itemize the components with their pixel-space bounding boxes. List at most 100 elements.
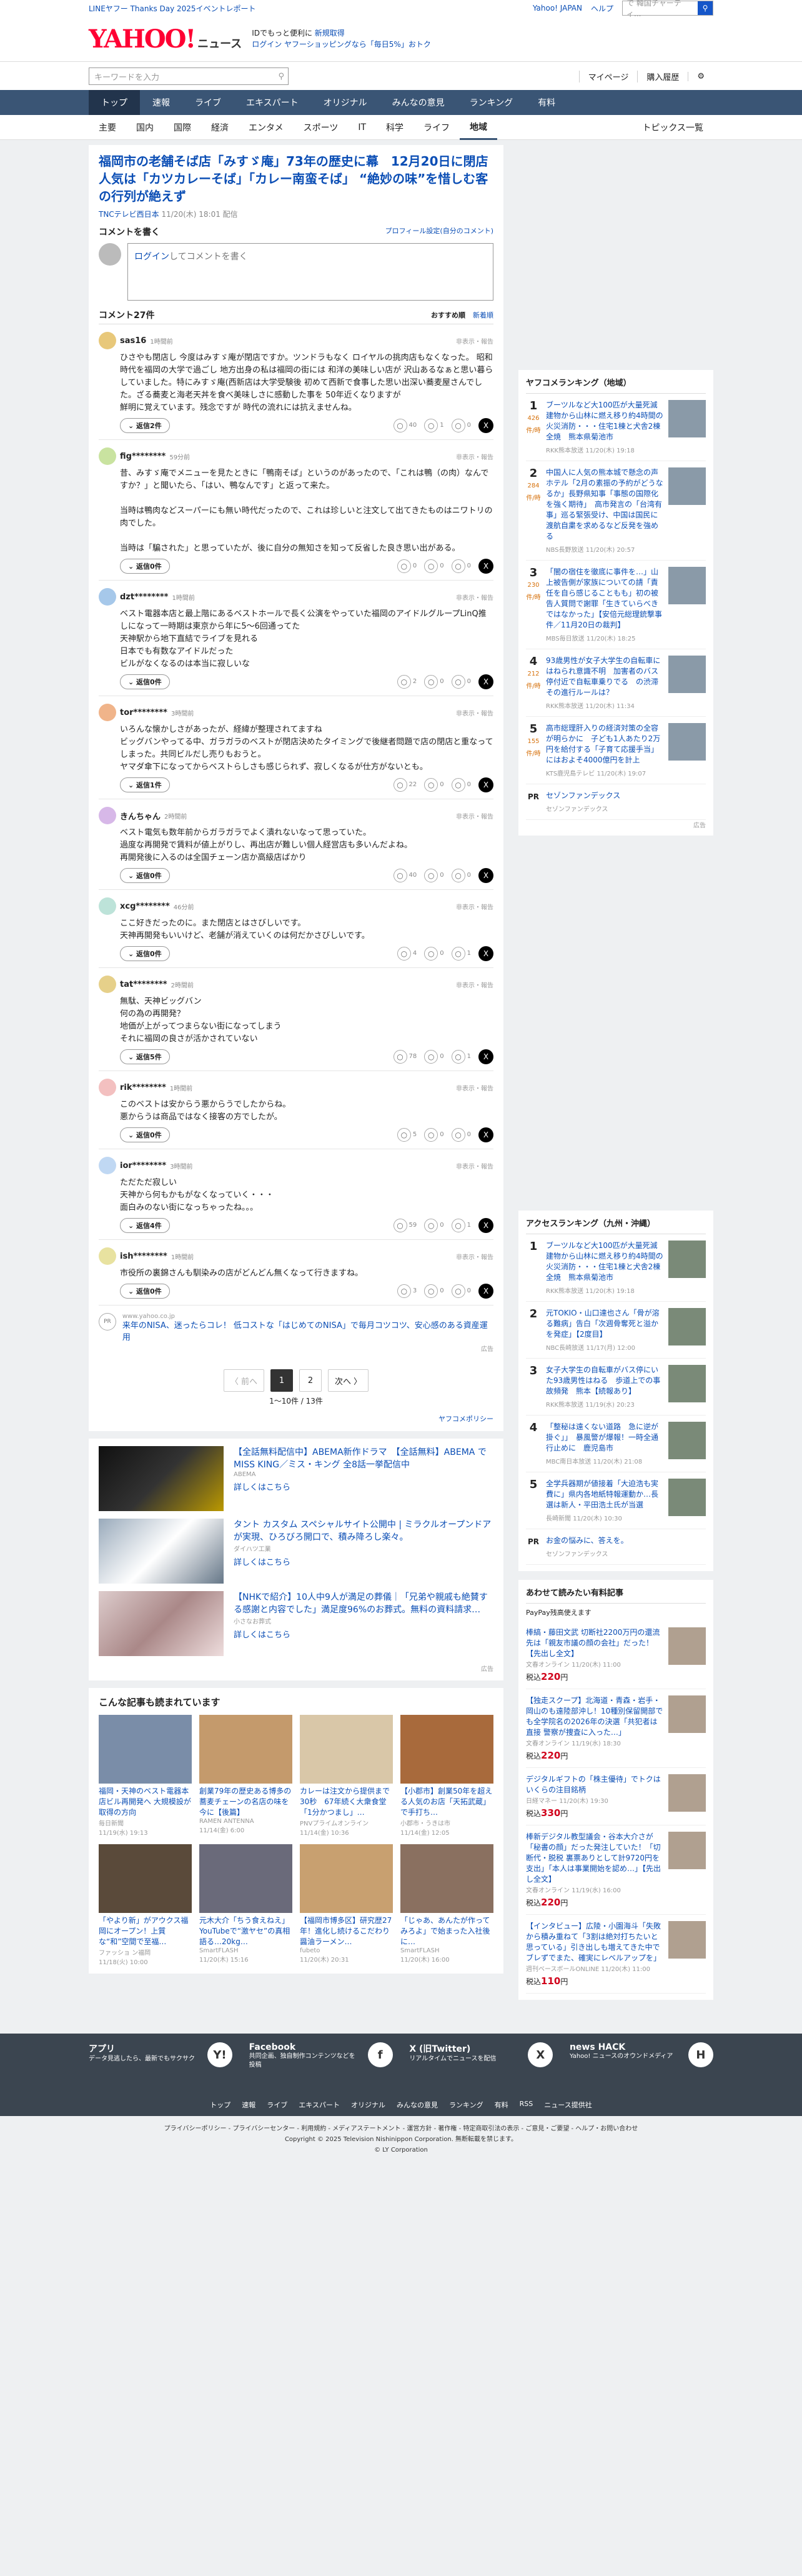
reply-button[interactable]: ⌄ 返信0件 xyxy=(120,559,170,574)
prev-page-button[interactable]: 〈 前へ xyxy=(223,1369,264,1392)
reply-button[interactable]: ⌄ 返信0件 xyxy=(120,674,170,689)
footer-nav-item[interactable]: オリジナル xyxy=(351,2100,385,2110)
x-share-icon[interactable]: X xyxy=(478,777,493,792)
reply-button[interactable]: ⌄ 返信0件 xyxy=(120,868,170,883)
x-share-icon[interactable]: X xyxy=(478,1284,493,1299)
gnav-paid[interactable]: 有料 xyxy=(525,90,568,115)
access-item[interactable]: 3 女子大学生の自転車がバス停にいた93歳男性はねる 歩道上での事故頻発 熊本【… xyxy=(526,1359,706,1415)
promo-link[interactable]: LINEヤフー Thanks Day 2025イベントレポート xyxy=(89,3,256,14)
insight-button[interactable]: ○ 0 xyxy=(424,947,444,961)
insight-button[interactable]: ○ 0 xyxy=(424,778,444,792)
reply-button[interactable]: ⌄ 返信0件 xyxy=(120,946,170,961)
recommended-item[interactable]: 創業79年の歴史ある博多の蕎麦チェーンの名店の味を今に【後篇】 RAMEN AN… xyxy=(199,1715,292,1837)
insight-button[interactable]: ○ 0 xyxy=(424,1050,444,1064)
x-share-icon[interactable]: X xyxy=(478,559,493,574)
reply-button[interactable]: ⌄ 返信5件 xyxy=(120,1049,170,1064)
paid-item[interactable]: 【独走スクープ】北海道・青森・岩手・岡山のも遠陸部沖し！10種別保留開部でも全学… xyxy=(526,1689,706,1768)
ranking-item[interactable]: 5 155 件/時 高市総理肝入りの経済対策の全容が明らかに 子ども1人あたり2万円… xyxy=(526,717,706,784)
footer-nav-item[interactable]: 有料 xyxy=(495,2100,508,2110)
insight-button[interactable]: ○ 0 xyxy=(424,1219,444,1232)
comment-login-link[interactable]: ログイン xyxy=(134,252,169,262)
cat-it[interactable]: IT xyxy=(348,115,376,140)
comment-policy-link[interactable]: ヤフコメポリシー xyxy=(438,1415,493,1423)
report-link[interactable]: 非表示・報告 xyxy=(456,1161,493,1171)
recommended-item[interactable]: カレーは注文から提供まで30秒 67年続く大衆食堂「1分かつまし」… PNVプラ… xyxy=(300,1715,393,1837)
topics-list-link[interactable]: トピックス一覧 xyxy=(632,115,713,140)
gnav-expert[interactable]: エキスパート xyxy=(234,90,311,115)
access-item[interactable]: 4 「整秘は遠くない道路 急に逆が掛ぐ」」 暴風警が爆報！一時全通行止めに 鹿児… xyxy=(526,1415,706,1472)
report-link[interactable]: 非表示・報告 xyxy=(456,811,493,821)
ranking-item[interactable]: 1 426 件/時 ブーツルなど大100匹が大量死滅 建物から山林に燃え移り約4時間… xyxy=(526,394,706,461)
cat-economy[interactable]: 経済 xyxy=(201,115,239,140)
recommended-item[interactable]: 【小郡市】創業50年を超える人気のお店「天拓武蔵」で手打ち… 小郡市・うきは市 … xyxy=(400,1715,493,1837)
x-share-icon[interactable]: X xyxy=(478,946,493,961)
cat-life[interactable]: ライフ xyxy=(413,115,460,140)
cat-domestic[interactable]: 国内 xyxy=(126,115,164,140)
comment-author[interactable]: xcg******** xyxy=(120,902,170,911)
yahoo-japan-link[interactable]: Yahoo! JAPAN xyxy=(533,4,582,12)
x-share-icon[interactable]: X xyxy=(478,418,493,433)
ad-more-link[interactable]: 詳しくはこちら xyxy=(234,1480,493,1492)
hmm-button[interactable]: ○ 0 xyxy=(451,778,471,792)
comment-author[interactable]: fig******** xyxy=(120,452,166,461)
hmm-button[interactable]: ○ 1 xyxy=(451,947,471,961)
report-link[interactable]: 非表示・報告 xyxy=(456,336,493,346)
like-button[interactable]: ○ 3 xyxy=(397,1284,417,1298)
ad-item[interactable]: 【NHKで紹介】10人中9人が満足の葬儀｜「兄弟や親戚も絶賛する感謝と内容でした… xyxy=(99,1591,493,1656)
recommended-item[interactable]: 元木大介「ちう食えねえ」YouTubeで“激ヤセ”の真相語る…20kg… Sma… xyxy=(199,1844,292,1966)
like-button[interactable]: ○ 2 xyxy=(397,675,417,689)
report-link[interactable]: 非表示・報告 xyxy=(456,980,493,989)
report-link[interactable]: 非表示・報告 xyxy=(456,452,493,461)
reply-button[interactable]: ⌄ 返信0件 xyxy=(120,1127,170,1142)
ad-item[interactable]: 【全話無料配信中】ABEMA新作ドラマ 【全話無料】ABEMA で MISS K… xyxy=(99,1446,493,1511)
x-share-icon[interactable]: X xyxy=(478,1049,493,1064)
comment-author[interactable]: ior******** xyxy=(120,1161,166,1171)
comment-author[interactable]: tat******** xyxy=(120,980,167,989)
inline-ad[interactable]: PR www.yahoo.co.jp 来年のNISA、迷ったらコレ！ 低コストな「… xyxy=(99,1305,493,1360)
gear-icon[interactable]: ⚙ xyxy=(688,71,713,81)
comment-author[interactable]: dzt******** xyxy=(120,592,168,602)
report-link[interactable]: 非表示・報告 xyxy=(456,1252,493,1261)
hmm-button[interactable]: ○ 1 xyxy=(451,1219,471,1232)
footer-nav-item[interactable]: RSS xyxy=(520,2100,533,2110)
hmm-button[interactable]: ○ 1 xyxy=(451,1050,471,1064)
cat-sports[interactable]: スポーツ xyxy=(294,115,349,140)
comment-author[interactable]: rik******** xyxy=(120,1083,166,1092)
reply-button[interactable]: ⌄ 返信0件 xyxy=(120,1284,170,1299)
report-link[interactable]: 非表示・報告 xyxy=(456,1083,493,1092)
comment-author[interactable]: sas16 xyxy=(120,336,146,346)
ad-more-link[interactable]: 詳しくはこちら xyxy=(234,1555,493,1567)
like-button[interactable]: ○ 40 xyxy=(393,419,417,432)
insight-button[interactable]: ○ 1 xyxy=(424,419,444,432)
sort-newest[interactable]: 新着順 xyxy=(473,310,493,320)
page-2-button[interactable]: 2 xyxy=(299,1369,322,1392)
source-link[interactable]: TNCテレビ西日本 xyxy=(99,210,159,219)
reply-button[interactable]: ⌄ 返信2件 xyxy=(120,418,170,433)
comment-textarea[interactable]: ログインしてコメントを書く xyxy=(127,243,493,301)
access-item[interactable]: 2 元TOKIO・山口達也さん「骨が溶る難病」告白「次週骨奪死と溢かを発症」【2… xyxy=(526,1302,706,1359)
paid-item[interactable]: デジタルギフトの「株主優待」でトクはいくらの注目銘柄 日経マネー 11/20(木)… xyxy=(526,1768,706,1825)
report-link[interactable]: 非表示・報告 xyxy=(456,902,493,911)
sort-recommended[interactable]: おすすめ順 xyxy=(431,310,465,320)
ad-text[interactable]: 来年のNISA、迷ったらコレ！ 低コストな「はじめてのNISA」で毎月コツコツ、… xyxy=(122,1320,493,1344)
x-icon[interactable]: X xyxy=(528,2042,553,2067)
hmm-button[interactable]: ○ 0 xyxy=(451,675,471,689)
x-share-icon[interactable]: X xyxy=(478,1127,493,1142)
gnav-ranking[interactable]: ランキング xyxy=(457,90,526,115)
paid-item[interactable]: 棒新デジタル教型議会・谷本大介さが「秘書の顔」だった発注していた！「切断代・脱税… xyxy=(526,1825,706,1915)
footer-nav-item[interactable]: エキスパート xyxy=(299,2100,340,2110)
report-link[interactable]: 非表示・報告 xyxy=(456,592,493,602)
footer-app[interactable]: アプリ データ見逃したら、最新でもサクサク Y! xyxy=(89,2042,232,2070)
cat-science[interactable]: 科学 xyxy=(376,115,413,140)
gnav-top[interactable]: トップ xyxy=(89,90,140,115)
report-link[interactable]: 非表示・報告 xyxy=(456,708,493,717)
cat-main[interactable]: 主要 xyxy=(89,115,126,140)
hmm-button[interactable]: ○ 0 xyxy=(451,1284,471,1298)
like-button[interactable]: ○ 59 xyxy=(393,1219,417,1232)
cat-world[interactable]: 国際 xyxy=(164,115,201,140)
footer-x[interactable]: X (旧Twitter) リアルタイムでニュースを配信 X xyxy=(409,2042,553,2070)
cat-local[interactable]: 地域 xyxy=(460,115,498,140)
shopping-link[interactable]: ヤフーショッピングなら「毎日5%」おトク xyxy=(284,40,431,49)
access-item[interactable]: 5 全学兵器期が値接着「大迫浩も実費に」県内各地紙特報運動か…長選は新人・平田浩… xyxy=(526,1472,706,1529)
footer-nav-item[interactable]: トップ xyxy=(210,2100,230,2110)
